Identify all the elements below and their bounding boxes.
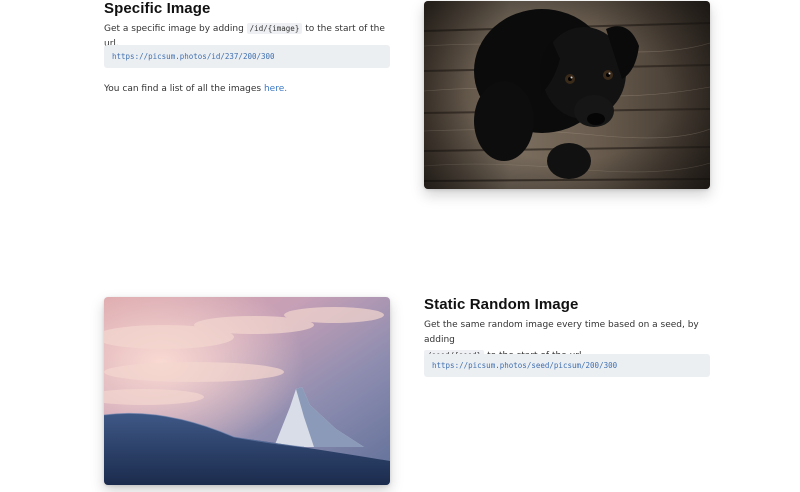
image-list-note: You can find a list of all the images he… xyxy=(104,82,394,97)
image-list-text: You can find a list of all the images xyxy=(104,84,262,94)
static-url-text: https://picsum.photos/seed/picsum/200/30… xyxy=(432,361,618,370)
specific-image-heading: Specific Image xyxy=(104,0,211,17)
image-list-link[interactable]: here. xyxy=(264,84,287,94)
static-random-url-code[interactable]: https://picsum.photos/seed/picsum/200/30… xyxy=(424,354,710,377)
static-random-heading: Static Random Image xyxy=(424,296,579,313)
mountain-illustration xyxy=(104,297,390,485)
dog-illustration xyxy=(424,1,710,189)
mountain-image xyxy=(104,297,390,485)
specific-desc-code: /id/{image} xyxy=(246,23,303,34)
specific-desc-before: Get a specific image by adding xyxy=(104,24,244,34)
specific-url-text: https://picsum.photos/id/237/200/300 xyxy=(112,52,275,61)
specific-image-url-code[interactable]: https://picsum.photos/id/237/200/300 xyxy=(104,45,390,68)
static-desc-before: Get the same random image every time bas… xyxy=(424,320,699,345)
dog-image xyxy=(424,1,710,189)
